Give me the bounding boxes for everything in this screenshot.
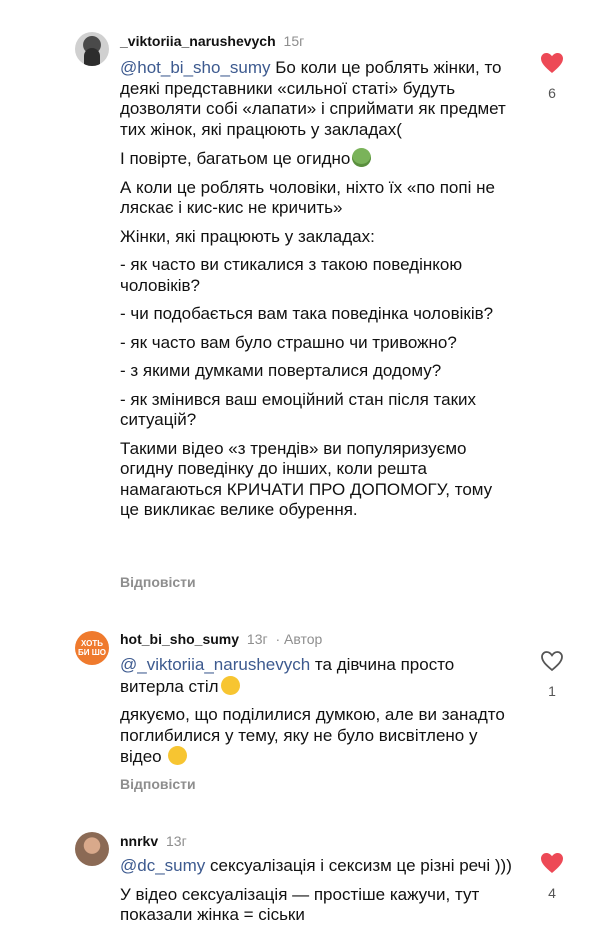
comment-text: @hot_bi_sho_sumy Бо коли це роблять жінк… (120, 58, 515, 529)
comment-paragraph: - як змінився ваш емоційний стан після т… (120, 389, 477, 430)
grinning-face-icon (220, 675, 240, 695)
heart-filled-icon[interactable] (540, 852, 564, 874)
like-column: 1 (530, 650, 574, 699)
smiling-face-icon (168, 746, 188, 765)
mention-link[interactable]: @hot_bi_sho_sumy (120, 58, 271, 77)
comment-username[interactable]: _viktoriia_narushevych (120, 33, 276, 49)
comment-paragraph: - як часто ви стикалися з такою поведінк… (120, 255, 463, 295)
comment-time: 13г (166, 833, 187, 849)
comment-username[interactable]: hot_bi_sho_sumy (120, 631, 239, 647)
comment-paragraph: І повірте, багатьом це огидно (120, 149, 351, 168)
heart-outline-icon[interactable] (540, 650, 564, 672)
comment-paragraph: Такими відео «з трендів» ви популяризуєм… (120, 438, 493, 520)
like-count: 6 (548, 85, 556, 101)
like-count: 4 (548, 885, 556, 901)
like-column: 6 (530, 52, 574, 101)
mention-link[interactable]: @_viktoriia_narushevych (120, 655, 310, 674)
avatar-logo-text: ХОТЬ БИ ШО (78, 639, 106, 657)
comment-paragraph: А коли це роблять чоловіки, ніхто їх «по… (120, 177, 495, 218)
like-column: 4 (530, 852, 574, 901)
reply-button[interactable]: Відповісти (120, 574, 196, 590)
comment-paragraph: - з якими думками поверталися додому? (120, 361, 442, 380)
comment-paragraph: - чи подобається вам така поведінка чоло… (120, 304, 494, 323)
comment-meta: _viktoriia_narushevych 15г (120, 33, 304, 49)
mention-link[interactable]: @dc_sumy (120, 856, 205, 875)
comment-time: 15г (283, 33, 305, 49)
avatar[interactable] (75, 832, 109, 866)
reply-button[interactable]: Відповісти (120, 776, 196, 792)
comment-paragraph: - як часто вам було страшно чи тривожно? (120, 332, 457, 352)
nauseated-face-icon (352, 148, 372, 167)
comment-time: 13г (246, 631, 268, 647)
comment-username[interactable]: nnrkv (120, 833, 158, 849)
comment-paragraph: У відео сексуалізація — простіше кажучи,… (120, 884, 480, 925)
avatar[interactable] (75, 32, 109, 66)
avatar[interactable]: ХОТЬ БИ ШО (75, 631, 109, 665)
heart-filled-icon[interactable] (540, 52, 564, 74)
author-badge: · Автор (275, 631, 323, 647)
comment-text: @dc_sumy сексуалізація і сексизм це різн… (120, 856, 515, 934)
comment-text: @_viktoriia_narushevych та дівчина прост… (120, 655, 515, 776)
like-count: 1 (548, 683, 556, 699)
comment-paragraph: Жінки, які працюють у закладах: (120, 226, 375, 246)
comment-meta: nnrkv 13г (120, 833, 187, 849)
comment-paragraph: сексуалізація і сексизм це різні речі ))… (210, 856, 512, 875)
comment-meta: hot_bi_sho_sumy 13г · Автор (120, 631, 322, 647)
